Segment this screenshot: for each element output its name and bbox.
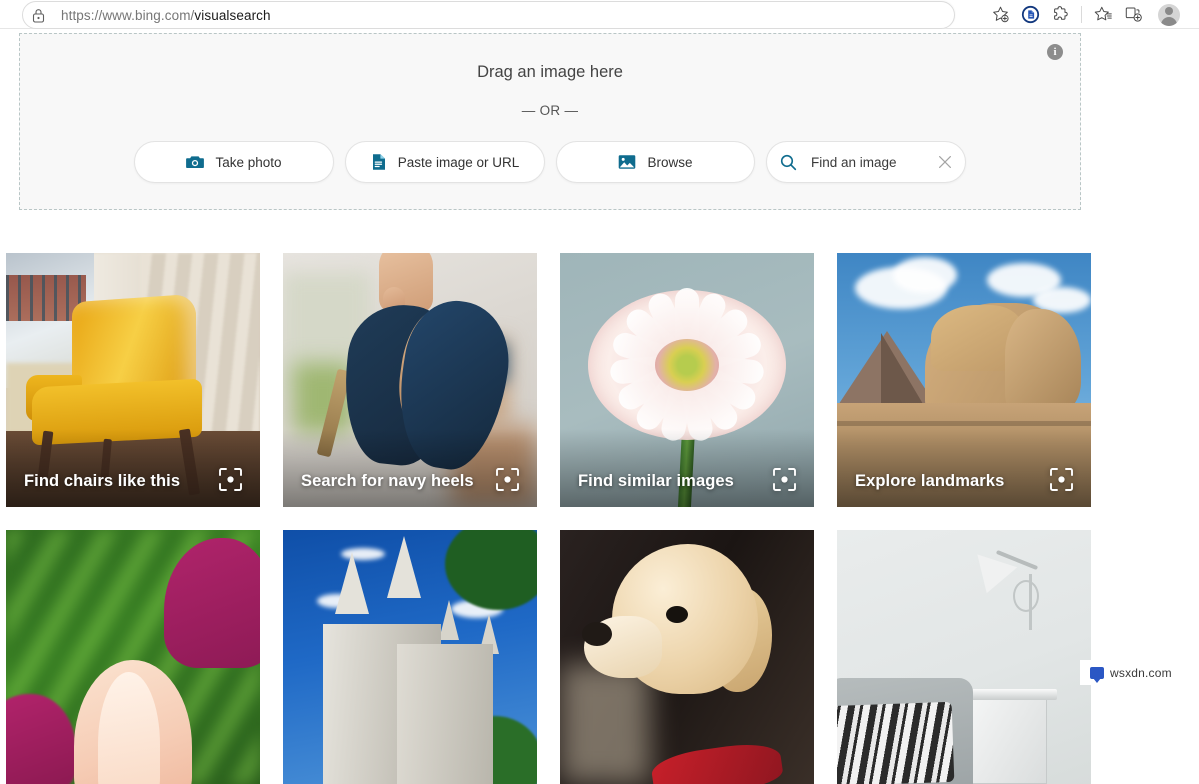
card-label: Find similar images <box>578 472 734 491</box>
extensions-icon[interactable] <box>1045 0 1075 29</box>
watermark-text: wsxdn.com <box>1110 666 1172 680</box>
tulips-image <box>6 530 260 784</box>
visual-search-icon[interactable] <box>772 467 797 492</box>
url-text: https://www.bing.com/visualsearch <box>53 8 271 23</box>
salt-lake-temple-image <box>283 530 537 784</box>
close-icon[interactable] <box>938 155 952 169</box>
gallery-card-heels[interactable]: Search for navy heels <box>283 253 537 507</box>
card-label: Search for navy heels <box>301 472 474 491</box>
gallery-card-temple[interactable] <box>283 530 537 784</box>
take-photo-button[interactable]: Take photo <box>134 141 334 183</box>
visual-search-icon[interactable] <box>1049 467 1074 492</box>
add-favorite-icon[interactable] <box>985 0 1015 29</box>
suggested-image-grid: Find chairs like this Search for navy he… <box>6 253 1196 784</box>
visual-search-icon[interactable] <box>495 467 520 492</box>
favorites-icon[interactable] <box>1088 0 1118 29</box>
card-label: Explore landmarks <box>855 472 1004 491</box>
take-photo-label: Take photo <box>215 155 281 170</box>
browse-button[interactable]: Browse <box>556 141 755 183</box>
gallery-card-landmarks[interactable]: Explore landmarks <box>837 253 1091 507</box>
avatar <box>1158 4 1180 26</box>
card-label: Find chairs like this <box>24 472 180 491</box>
address-bar[interactable]: https://www.bing.com/visualsearch <box>22 1 955 29</box>
url-prefix: https://www.bing.com/ <box>61 8 194 23</box>
paste-image-label: Paste image or URL <box>398 155 520 170</box>
gallery-card-interior[interactable] <box>837 530 1091 784</box>
paste-document-icon <box>371 153 387 171</box>
info-icon[interactable]: i <box>1047 44 1063 60</box>
golden-retriever-puppy-image <box>560 530 814 784</box>
browse-label: Browse <box>647 155 692 170</box>
find-an-image-input[interactable]: Find an image <box>766 141 966 183</box>
gallery-card-chairs[interactable]: Find chairs like this <box>6 253 260 507</box>
collections-icon[interactable] <box>1118 0 1148 29</box>
gallery-card-tulips[interactable] <box>6 530 260 784</box>
lock-icon[interactable] <box>23 1 53 29</box>
drop-zone-title: Drag an image here <box>20 63 1080 82</box>
camera-icon <box>186 154 204 170</box>
toolbar-divider <box>1081 6 1082 23</box>
speech-bubble-icon <box>1090 667 1104 679</box>
search-icon <box>780 154 797 171</box>
interior-lamp-image <box>837 530 1091 784</box>
visual-search-icon[interactable] <box>218 467 243 492</box>
image-icon <box>618 154 636 170</box>
gallery-card-similar-images[interactable]: Find similar images <box>560 253 814 507</box>
profile-avatar[interactable] <box>1154 0 1184 29</box>
gallery-card-puppy[interactable] <box>560 530 814 784</box>
browser-toolbar: https://www.bing.com/visualsearch <box>0 0 1199 29</box>
drop-zone-actions: Take photo Paste image or URL Browse <box>20 141 1080 183</box>
image-drop-zone[interactable]: i Drag an image here — OR — Take photo <box>19 33 1081 210</box>
or-divider: — OR — <box>20 103 1080 118</box>
url-suffix: visualsearch <box>194 8 270 23</box>
watermark: wsxdn.com <box>1080 660 1199 685</box>
toolbar-actions <box>985 0 1199 29</box>
paste-image-button[interactable]: Paste image or URL <box>345 141 545 183</box>
find-an-image-value: Find an image <box>811 155 897 170</box>
browser-essentials-icon[interactable] <box>1015 0 1045 29</box>
